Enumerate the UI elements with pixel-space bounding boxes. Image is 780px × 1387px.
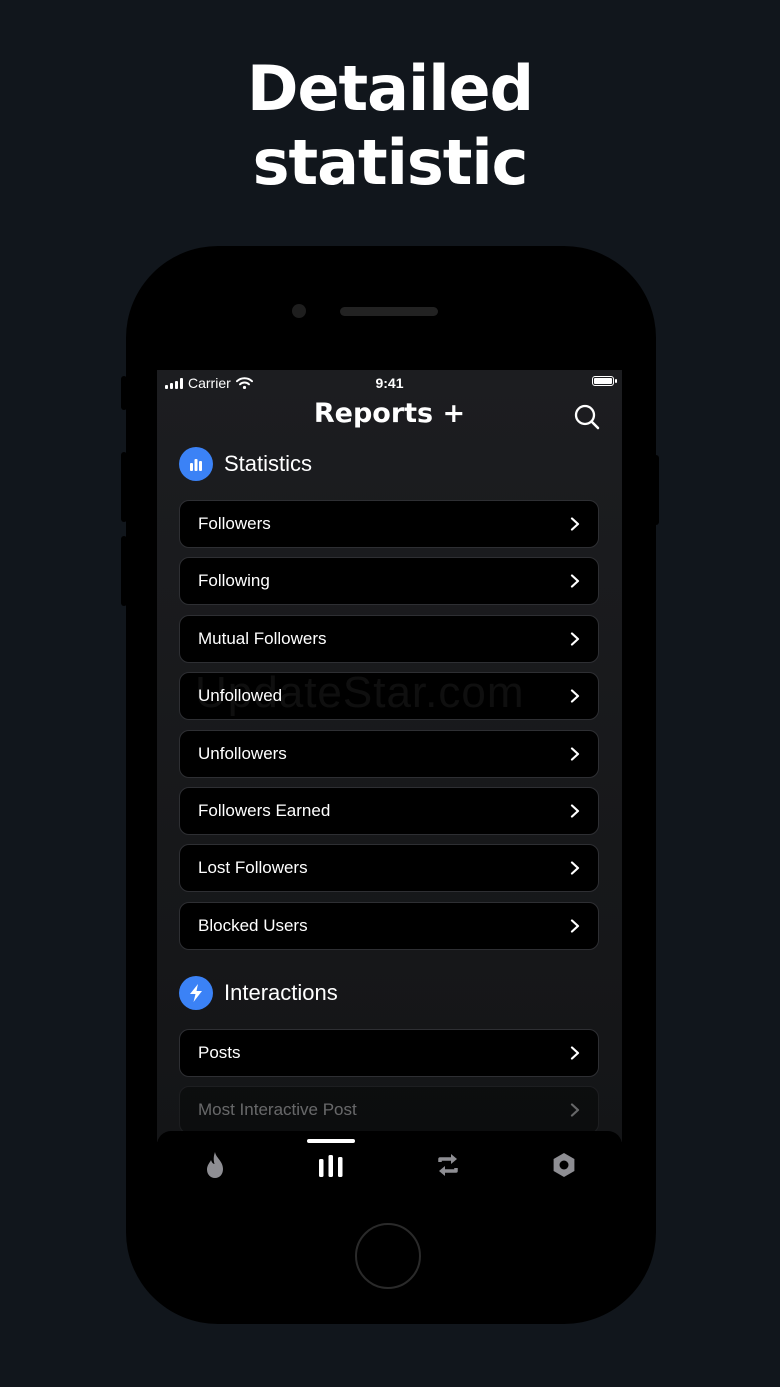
chevron-right-icon xyxy=(570,804,580,818)
headline: Detailed statistic xyxy=(0,52,780,200)
section-header-statistics: Statistics xyxy=(179,447,312,481)
chevron-right-icon xyxy=(570,517,580,531)
tab-trending[interactable] xyxy=(195,1147,235,1183)
chevron-right-icon xyxy=(570,1103,580,1117)
phone-side-button xyxy=(121,452,127,522)
tab-reports[interactable] xyxy=(311,1147,351,1183)
phone-side-button xyxy=(121,376,127,410)
tab-repost[interactable] xyxy=(428,1147,468,1183)
list-item-followers-earned[interactable]: Followers Earned xyxy=(179,786,599,835)
lightning-icon xyxy=(190,984,202,1002)
tab-bar xyxy=(157,1131,622,1203)
list-item-label: Lost Followers xyxy=(198,858,308,878)
chevron-right-icon xyxy=(570,746,580,761)
phone-side-button xyxy=(121,536,127,606)
section-title-interactions: Interactions xyxy=(224,980,338,1005)
phone-speaker xyxy=(340,307,438,316)
list-item-label: Unfollowed xyxy=(198,686,283,706)
list-item-label: Most Interactive Post xyxy=(198,1100,357,1120)
list-item-label: Mutual Followers xyxy=(198,628,327,648)
list-item-unfollowers[interactable]: Unfollowers xyxy=(179,729,599,778)
active-tab-indicator xyxy=(307,1139,355,1143)
list-item-unfollowed[interactable]: Unfollowed xyxy=(179,672,599,721)
list-item-label: Followers Earned xyxy=(198,800,331,820)
list-item-label: Followers xyxy=(198,514,271,533)
repost-icon xyxy=(438,1154,458,1176)
headline-line-2: statistic xyxy=(252,126,529,199)
section-title-statistics: Statistics xyxy=(224,451,313,476)
interactions-section-icon xyxy=(179,976,213,1010)
list-item-mutual-followers[interactable]: Mutual Followers xyxy=(179,614,599,663)
list-item-blocked-users[interactable]: Blocked Users xyxy=(179,901,599,950)
chevron-right-icon xyxy=(570,1046,580,1060)
interactions-list: Posts Most Interactive Post xyxy=(179,1029,599,1142)
list-item-label: Blocked Users xyxy=(198,915,308,935)
status-time: 9:41 xyxy=(375,375,404,391)
phone-camera xyxy=(292,304,306,318)
list-item-following[interactable]: Following xyxy=(179,557,599,606)
bar-chart-icon xyxy=(319,1155,343,1177)
phone-side-button xyxy=(653,455,659,525)
chevron-right-icon xyxy=(570,689,580,703)
section-header-interactions: Interactions xyxy=(179,976,338,1010)
search-icon[interactable] xyxy=(572,402,602,432)
home-button[interactable] xyxy=(355,1223,421,1289)
list-item-most-interactive-post[interactable]: Most Interactive Post xyxy=(179,1086,599,1135)
chevron-right-icon xyxy=(570,919,580,933)
list-item-lost-followers[interactable]: Lost Followers xyxy=(179,844,599,893)
bar-chart-icon xyxy=(190,459,202,471)
chevron-right-icon xyxy=(570,574,580,588)
app-screen: Carrier 9:41 Reports + Statistics Follow… xyxy=(157,370,622,1142)
headline-line-1: Detailed xyxy=(247,52,534,125)
tab-settings[interactable] xyxy=(544,1147,584,1183)
settings-icon xyxy=(553,1153,575,1177)
battery-icon xyxy=(592,376,617,386)
list-item-followers[interactable]: Followers xyxy=(179,500,599,548)
statistics-list: Followers Following Mutual Followers Unf… xyxy=(179,500,599,959)
chevron-right-icon xyxy=(570,861,580,875)
list-item-label: Following xyxy=(198,571,270,591)
chevron-right-icon xyxy=(570,632,580,646)
status-bar: Carrier 9:41 xyxy=(157,370,622,394)
list-item-label: Unfollowers xyxy=(198,743,287,763)
page-title: Reports + xyxy=(313,398,466,429)
list-item-label: Posts xyxy=(198,1043,241,1062)
flame-icon xyxy=(207,1152,223,1178)
list-item-posts[interactable]: Posts xyxy=(179,1029,599,1077)
statistics-section-icon xyxy=(179,447,213,481)
